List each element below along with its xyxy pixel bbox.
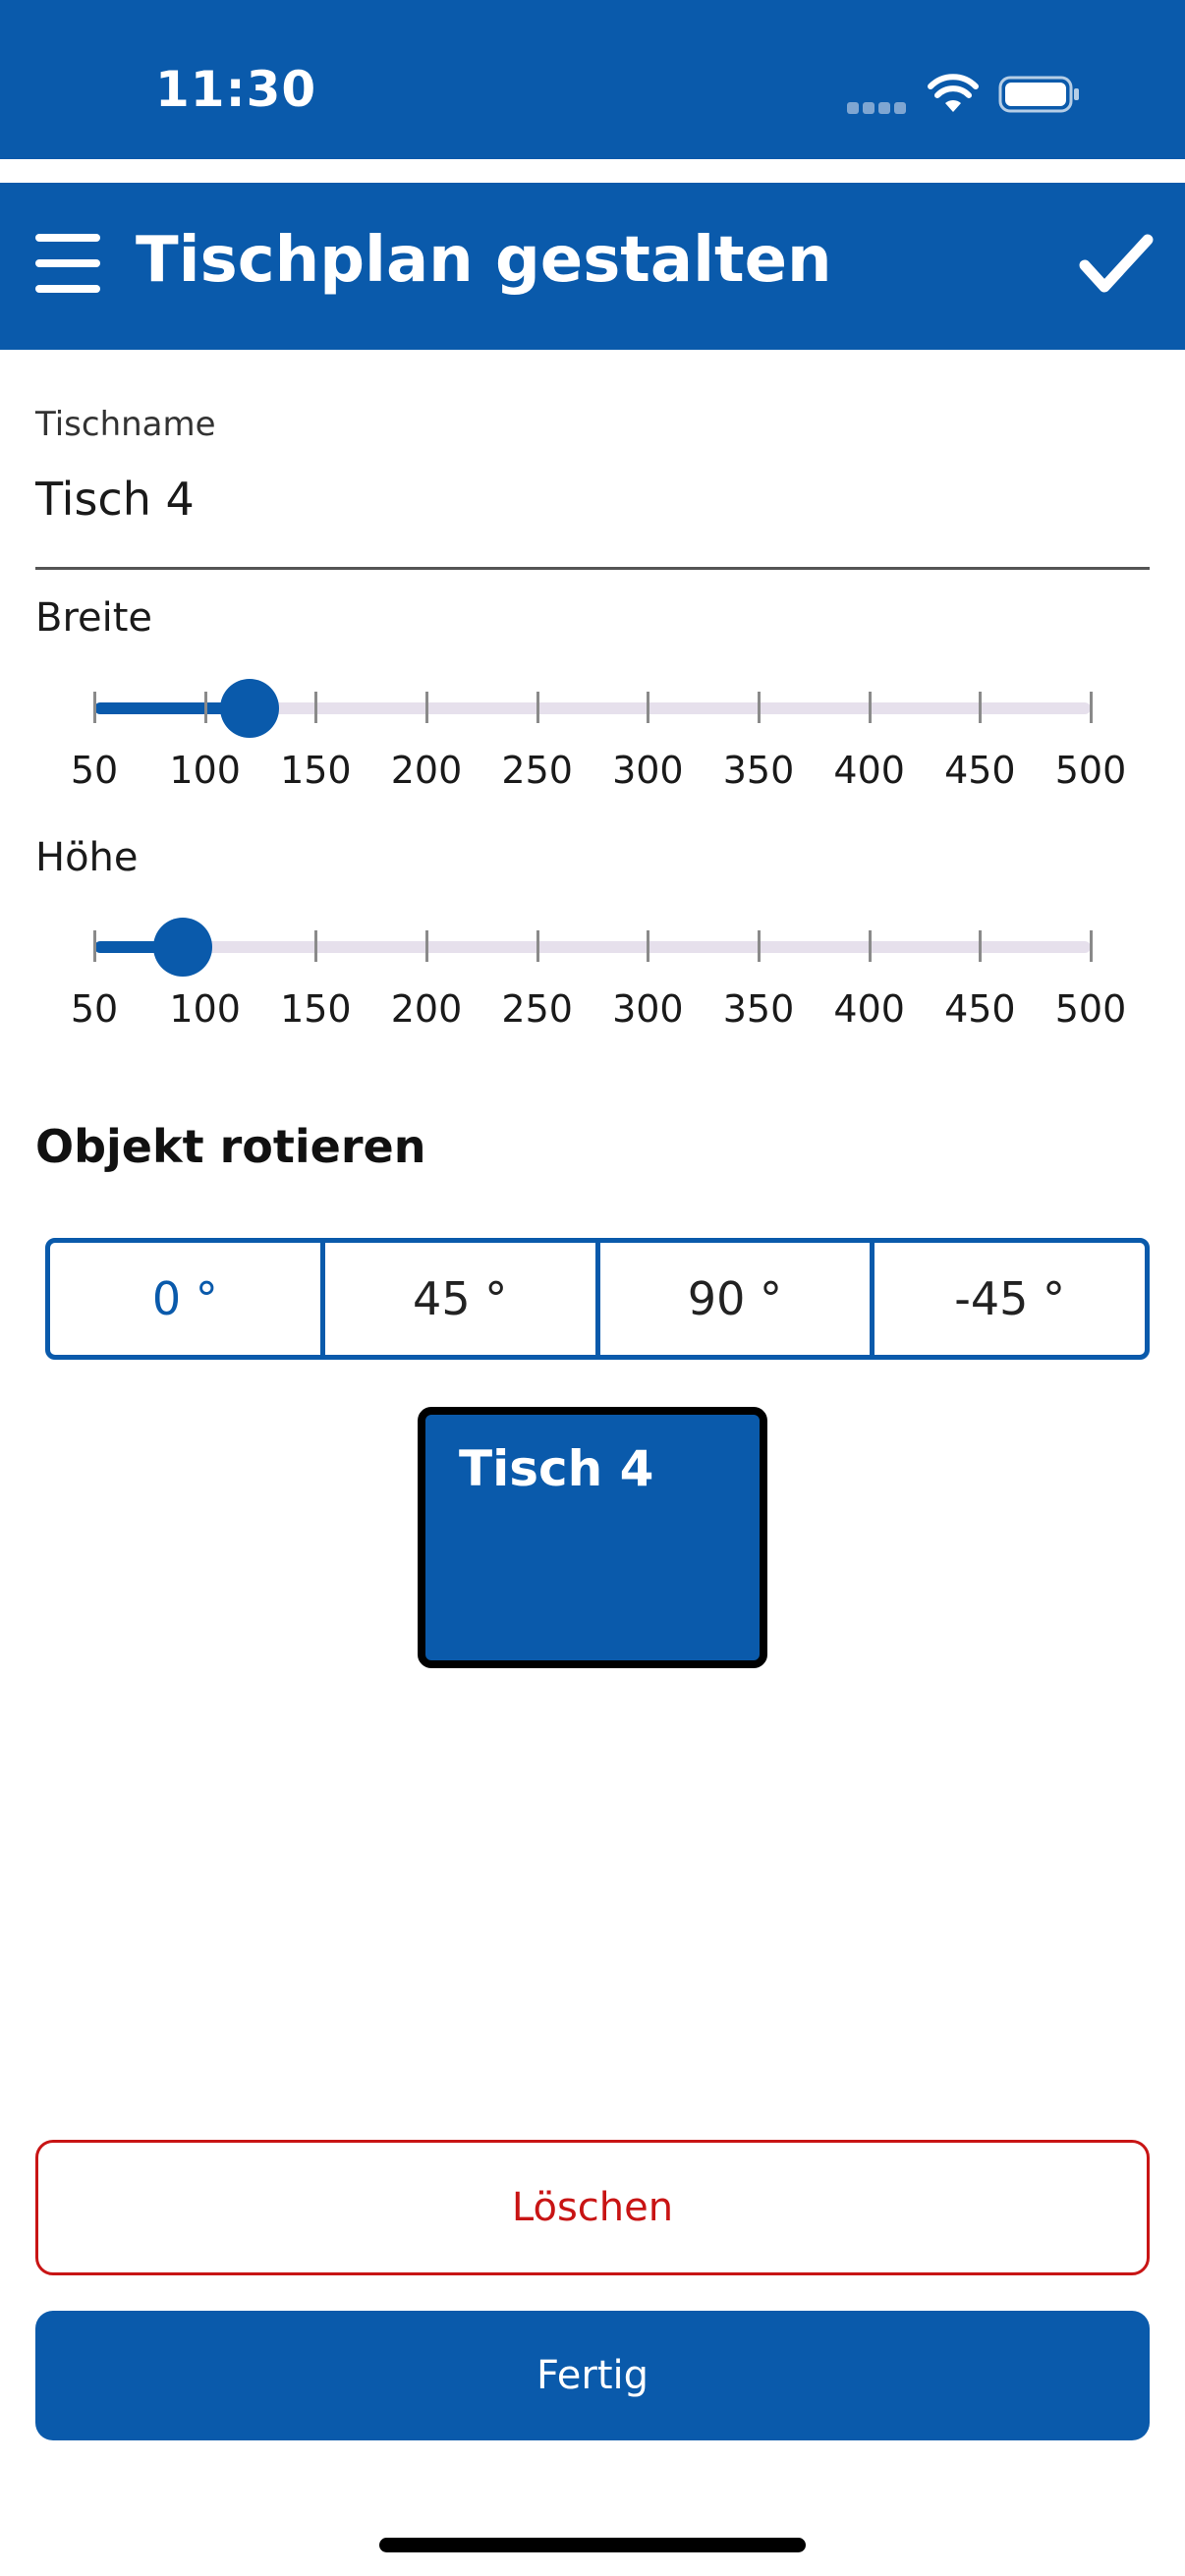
height-slider[interactable] bbox=[93, 915, 1093, 977]
home-indicator bbox=[379, 2538, 806, 2552]
slider-tick-label: 450 bbox=[944, 749, 1016, 792]
status-time: 11:30 bbox=[155, 61, 317, 118]
slider-tick bbox=[536, 692, 539, 723]
table-name-label: Tischname bbox=[35, 405, 216, 444]
slider-tick-label: 500 bbox=[1054, 987, 1127, 1031]
table-preview-label: Tisch 4 bbox=[459, 1440, 654, 1497]
slider-tick-label: 300 bbox=[612, 749, 684, 792]
rotate-object-heading: Objekt rotieren bbox=[35, 1120, 426, 1173]
slider-tick bbox=[868, 692, 872, 723]
app-bar: Tischplan gestalten bbox=[0, 183, 1185, 350]
slider-tick-label: 350 bbox=[722, 749, 795, 792]
wifi-icon bbox=[928, 74, 979, 112]
cellular-signal-icon bbox=[847, 98, 908, 114]
status-bar: 11:30 bbox=[0, 0, 1185, 159]
hamburger-menu-icon[interactable] bbox=[35, 234, 100, 293]
height-slider-thumb[interactable] bbox=[153, 918, 213, 977]
slider-tick-label: 250 bbox=[501, 749, 573, 792]
slider-tick bbox=[314, 930, 318, 962]
slider-tick-label: 200 bbox=[390, 987, 463, 1031]
slider-track bbox=[94, 941, 1091, 953]
slider-tick bbox=[93, 692, 96, 723]
slider-tick-label: 150 bbox=[280, 749, 352, 792]
slider-tick bbox=[1090, 692, 1093, 723]
slider-tick bbox=[425, 692, 428, 723]
slider-tick bbox=[93, 930, 96, 962]
table-preview[interactable]: Tisch 4 bbox=[418, 1407, 767, 1668]
table-plan-editor-screen: 11:30 Tischplan gestalten Tischname Brei… bbox=[0, 0, 1185, 2576]
width-slider-label: Breite bbox=[35, 595, 153, 641]
slider-tick bbox=[758, 692, 761, 723]
rotation-option-0[interactable]: 0 ° bbox=[50, 1243, 320, 1355]
delete-button[interactable]: Löschen bbox=[35, 2140, 1150, 2275]
slider-tick-label: 400 bbox=[833, 749, 905, 792]
table-name-input[interactable] bbox=[35, 462, 1150, 570]
rotation-option-45[interactable]: 45 ° bbox=[319, 1243, 595, 1355]
slider-tick bbox=[536, 930, 539, 962]
width-slider-thumb[interactable] bbox=[219, 679, 279, 738]
slider-tick-label: 300 bbox=[612, 987, 684, 1031]
done-button[interactable]: Fertig bbox=[35, 2311, 1150, 2440]
status-gap bbox=[0, 159, 1185, 183]
slider-tick-label: 250 bbox=[501, 987, 573, 1031]
rotation-option-90[interactable]: 90 ° bbox=[594, 1243, 871, 1355]
rotation-option-minus-45[interactable]: -45 ° bbox=[870, 1243, 1145, 1355]
slider-tick bbox=[314, 692, 318, 723]
slider-tick-label: 500 bbox=[1054, 749, 1127, 792]
slider-tick bbox=[868, 930, 872, 962]
page-title: Tischplan gestalten bbox=[136, 224, 832, 297]
slider-tick bbox=[758, 930, 761, 962]
slider-tick bbox=[647, 692, 650, 723]
slider-tick-label: 50 bbox=[70, 987, 119, 1031]
checkmark-icon[interactable] bbox=[1079, 232, 1154, 297]
slider-tick-label: 350 bbox=[722, 987, 795, 1031]
slider-tick bbox=[979, 930, 983, 962]
slider-tick-label: 100 bbox=[169, 749, 241, 792]
rotation-segmented-control: 0 ° 45 ° 90 ° -45 ° bbox=[45, 1238, 1150, 1360]
slider-tick bbox=[647, 930, 650, 962]
slider-tick-label: 450 bbox=[944, 987, 1016, 1031]
slider-tick-label: 100 bbox=[169, 987, 241, 1031]
height-slider-label: Höhe bbox=[35, 835, 139, 880]
battery-icon bbox=[998, 76, 1079, 113]
slider-tick-label: 150 bbox=[280, 987, 352, 1031]
height-slider-tick-labels: 50 100 150 200 250 300 350 400 450 500 bbox=[71, 987, 1126, 1036]
slider-tick-label: 200 bbox=[390, 749, 463, 792]
slider-tick-label: 400 bbox=[833, 987, 905, 1031]
slider-tick bbox=[203, 692, 207, 723]
width-slider[interactable] bbox=[93, 676, 1093, 738]
slider-tick bbox=[1090, 930, 1093, 962]
slider-tick bbox=[979, 692, 983, 723]
width-slider-tick-labels: 50 100 150 200 250 300 350 400 450 500 bbox=[71, 749, 1126, 798]
slider-tick-label: 50 bbox=[70, 749, 119, 792]
slider-tick bbox=[425, 930, 428, 962]
